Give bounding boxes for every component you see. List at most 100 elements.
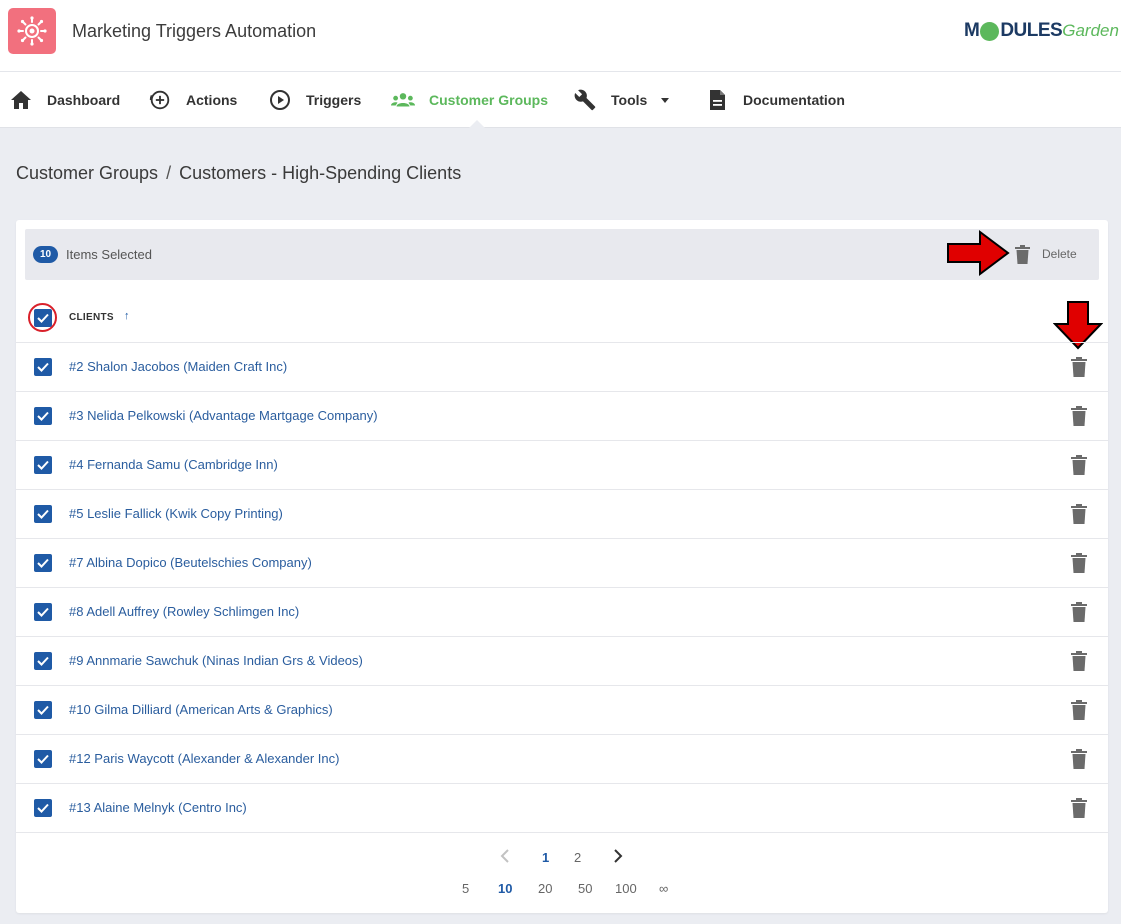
client-link[interactable]: #7 Albina Dopico (Beutelschies Company) [69,555,312,570]
client-link[interactable]: #4 Fernanda Samu (Cambridge Inn) [69,457,278,472]
modulesgarden-logo[interactable]: M DULES Garden [964,20,1119,42]
brand-text-dules: DULES [1000,20,1063,41]
table-row: #12 Paris Waycott (Alexander & Alexander… [16,735,1108,784]
checkmark-icon [37,558,49,568]
annotation-arrow-right-icon [947,230,1010,276]
trash-icon[interactable] [1071,357,1087,377]
checkmark-icon [37,509,49,519]
nav-item-dashboard[interactable]: Dashboard [9,72,120,128]
page-size-50[interactable]: 50 [578,881,592,896]
selected-count-badge: 10 [33,246,58,263]
next-page-icon[interactable] [613,849,623,866]
column-header-clients[interactable]: CLIENTS [69,312,114,323]
pagination: 1 2 [16,849,1108,870]
page-button-2[interactable]: 2 [574,850,581,865]
breadcrumb-separator: / [166,163,172,183]
home-icon [9,88,33,112]
trash-icon[interactable] [1071,700,1087,720]
row-checkbox[interactable] [34,799,52,817]
trash-icon[interactable] [1071,602,1087,622]
trash-icon[interactable] [1071,749,1087,769]
brand-text-m: M [964,20,980,41]
table-row: #8 Adell Auffrey (Rowley Schlimgen Inc) [16,588,1108,637]
nav-item-actions[interactable]: Actions [148,72,237,128]
nav-label-triggers: Triggers [306,92,362,108]
nav-item-tools[interactable]: Tools [573,72,670,128]
checkmark-icon [37,362,49,372]
row-checkbox[interactable] [34,603,52,621]
plus-circle-icon [148,88,172,112]
checkmark-icon [37,803,49,813]
table-row: #13 Alaine Melnyk (Centro Inc) [16,784,1108,833]
row-checkbox[interactable] [34,750,52,768]
trash-icon[interactable] [1071,553,1087,573]
client-link[interactable]: #5 Leslie Fallick (Kwik Copy Printing) [69,506,283,521]
table-header: CLIENTS ↑ [16,298,1108,343]
users-icon [391,88,415,112]
annotation-circle [28,303,57,332]
checkmark-icon [37,460,49,470]
nav-label-customer-groups: Customer Groups [429,92,549,108]
page-size-20[interactable]: 20 [538,881,552,896]
nav-item-documentation[interactable]: Documentation [705,72,845,128]
row-checkbox[interactable] [34,407,52,425]
row-checkbox[interactable] [34,652,52,670]
breadcrumb: Customer Groups / Customers - High-Spend… [16,163,461,184]
row-checkbox[interactable] [34,505,52,523]
page-size-all[interactable]: ∞ [659,881,668,896]
bulk-delete-label: Delete [1042,247,1077,261]
table-row: #3 Nelida Pelkowski (Advantage Martgage … [16,392,1108,441]
trash-icon[interactable] [1071,651,1087,671]
table-row: #9 Annmarie Sawchuk (Ninas Indian Grs & … [16,637,1108,686]
checkmark-icon [37,411,49,421]
client-link[interactable]: #2 Shalon Jacobos (Maiden Craft Inc) [69,359,287,374]
nav-label-tools: Tools [611,92,648,108]
table-row: #10 Gilma Dilliard (American Arts & Grap… [16,686,1108,735]
active-nav-caret [469,120,485,128]
app-logo-icon[interactable] [8,8,56,54]
brand-text-garden: Garden [1062,21,1119,40]
clients-card: 10 Items Selected Delete CLIENTS ↑ #2 Sh… [16,220,1108,913]
page-size-5[interactable]: 5 [462,881,469,896]
client-link[interactable]: #3 Nelida Pelkowski (Advantage Martgage … [69,408,378,423]
row-checkbox[interactable] [34,358,52,376]
trash-icon [1015,244,1030,264]
client-link[interactable]: #8 Adell Auffrey (Rowley Schlimgen Inc) [69,604,299,619]
breadcrumb-parent[interactable]: Customer Groups [16,163,158,184]
page-size-10[interactable]: 10 [498,881,512,896]
trash-icon[interactable] [1071,455,1087,475]
row-checkbox[interactable] [34,456,52,474]
bulk-actions-bar: 10 Items Selected Delete [25,229,1099,280]
page-size-selector: 5 10 20 50 100 ∞ [16,881,1108,901]
table-row: #4 Fernanda Samu (Cambridge Inn) [16,441,1108,490]
trash-icon[interactable] [1071,406,1087,426]
checkmark-icon [37,705,49,715]
client-link[interactable]: #9 Annmarie Sawchuk (Ninas Indian Grs & … [69,653,363,668]
prev-page-icon[interactable] [500,849,510,866]
selected-items-label: Items Selected [66,247,152,262]
page-button-1[interactable]: 1 [542,850,549,865]
sort-ascending-icon[interactable]: ↑ [124,310,130,322]
client-link[interactable]: #13 Alaine Melnyk (Centro Inc) [69,800,247,815]
nav-item-triggers[interactable]: Triggers [268,72,361,128]
page-size-100[interactable]: 100 [615,881,637,896]
client-link[interactable]: #12 Paris Waycott (Alexander & Alexander… [69,751,339,766]
bulk-delete-button[interactable]: Delete [1015,242,1077,266]
document-icon [705,88,729,112]
checkmark-icon [37,754,49,764]
row-checkbox[interactable] [34,701,52,719]
main-nav: Dashboard Actions Triggers Customer Grou… [0,72,1121,128]
table-row: #2 Shalon Jacobos (Maiden Craft Inc) [16,343,1108,392]
table-row: #5 Leslie Fallick (Kwik Copy Printing) [16,490,1108,539]
wrench-icon [573,88,597,112]
app-header: Marketing Triggers Automation M DULES Ga… [0,0,1121,72]
globe-icon [980,21,1000,41]
nav-label-actions: Actions [186,92,238,108]
row-checkbox[interactable] [34,554,52,572]
trash-icon[interactable] [1071,798,1087,818]
client-link[interactable]: #10 Gilma Dilliard (American Arts & Grap… [69,702,333,717]
trash-icon[interactable] [1071,504,1087,524]
app-title: Marketing Triggers Automation [72,21,317,41]
play-circle-icon [268,88,292,112]
checkmark-icon [37,607,49,617]
